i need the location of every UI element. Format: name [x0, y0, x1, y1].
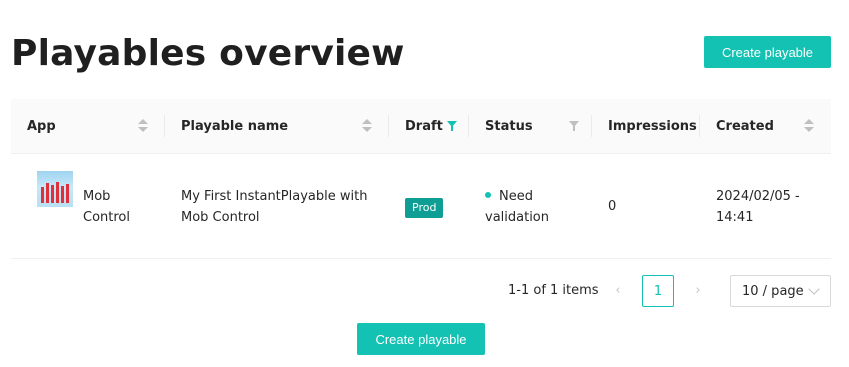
column-header-playable-name[interactable]: Playable name — [165, 99, 389, 154]
status-line: validation — [485, 210, 550, 225]
app-name-line: Mob — [83, 189, 111, 204]
column-header-label: Impressions — [608, 119, 697, 134]
column-header-label: Status — [485, 119, 533, 134]
page-size-value: 10 / page — [742, 283, 804, 299]
column-header-label: App — [27, 119, 56, 134]
filter-icon[interactable] — [447, 121, 457, 131]
chevron-down-icon — [808, 283, 820, 295]
create-playable-button-bottom[interactable]: Create playable — [357, 323, 485, 355]
page-number-1[interactable]: 1 — [642, 275, 674, 307]
page-title: Playables overview — [11, 33, 405, 74]
status-dot-icon — [485, 191, 491, 198]
app-thumbnail — [37, 171, 73, 207]
playable-name-line: Mob Control — [181, 210, 260, 225]
table-header: App Playable name Draft Status Impressio… — [11, 99, 831, 154]
create-playable-button-top[interactable]: Create playable — [704, 36, 831, 68]
chevron-left-icon[interactable]: ‹ — [612, 283, 624, 299]
created-cell: 2024/02/05 - 14:41 — [716, 186, 800, 228]
impressions-cell: 0 — [608, 199, 617, 214]
playables-table: App Playable name Draft Status Impressio… — [11, 99, 831, 259]
created-line: 14:41 — [716, 210, 754, 225]
column-header-status[interactable]: Status — [469, 99, 592, 154]
pagination-total: 1-1 of 1 items — [508, 283, 599, 298]
sort-icon[interactable] — [138, 118, 148, 134]
app-name-line: Control — [83, 210, 130, 225]
table-row[interactable]: Mob Control My First InstantPlayable wit… — [11, 154, 831, 259]
status-line: Need — [499, 189, 533, 204]
page: Playables overview Create playable App P… — [0, 0, 849, 367]
column-header-label: Playable name — [181, 119, 289, 134]
column-header-impressions: Impressions — [592, 99, 700, 154]
column-header-created[interactable]: Created — [700, 99, 831, 154]
sort-icon[interactable] — [804, 118, 814, 134]
playable-name-line: My First InstantPlayable with — [181, 189, 368, 204]
playable-name-cell[interactable]: My First InstantPlayable with Mob Contro… — [181, 186, 367, 228]
chevron-right-icon[interactable]: › — [692, 283, 704, 299]
app-name-cell[interactable]: Mob Control — [83, 186, 130, 228]
column-header-draft[interactable]: Draft — [389, 99, 469, 154]
status-cell: Need validation — [485, 186, 549, 228]
draft-cell: Prod — [405, 197, 444, 218]
sort-icon[interactable] — [362, 118, 372, 134]
column-header-app[interactable]: App — [11, 99, 165, 154]
pagination: 1-1 of 1 items ‹ 1 › 10 / page — [0, 275, 849, 307]
created-line: 2024/02/05 - — [716, 189, 800, 204]
column-header-label: Draft — [405, 119, 443, 134]
column-header-label: Created — [716, 119, 774, 134]
draft-tag: Prod — [405, 198, 444, 218]
filter-icon[interactable] — [569, 121, 579, 131]
page-size-select[interactable]: 10 / page — [730, 275, 831, 307]
